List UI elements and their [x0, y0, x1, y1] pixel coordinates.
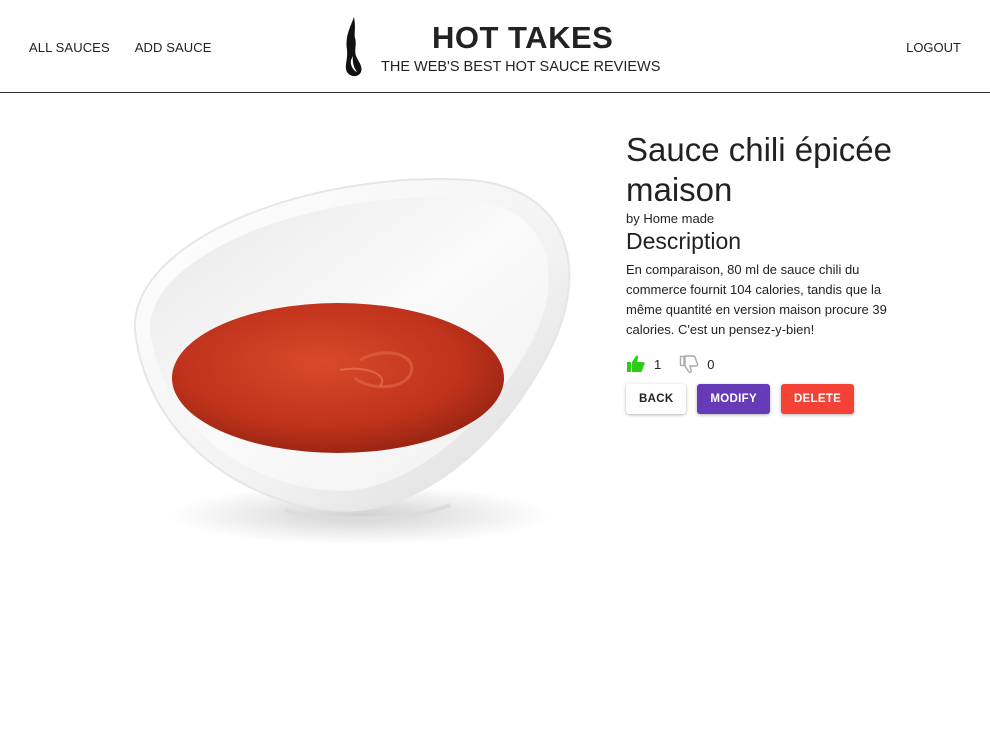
- sauce-manufacturer: by Home made: [626, 211, 715, 226]
- nav-all-sauces[interactable]: ALL SAUCES: [29, 40, 110, 55]
- dislikes-count: 0: [707, 356, 715, 372]
- main-nav: ALL SAUCES ADD SAUCE: [29, 40, 211, 55]
- thumbs-down-icon[interactable]: [679, 354, 699, 374]
- modify-button[interactable]: MODIFY: [697, 384, 770, 414]
- likes-count: 1: [654, 356, 662, 372]
- flame-icon: [345, 17, 362, 77]
- site-header: ALL SAUCES ADD SAUCE HOT TAKES THE WEB'S…: [0, 0, 990, 93]
- sauce-name: Sauce chili épicée maison: [626, 131, 892, 208]
- description-heading: Description: [626, 228, 742, 254]
- likes-row: 1 0: [626, 354, 906, 374]
- brand-subtitle: THE WEB'S BEST HOT SAUCE REVIEWS: [381, 59, 661, 75]
- brand-logo: HOT TAKES THE WEB'S BEST HOT SAUCE REVIE…: [341, 16, 661, 80]
- action-buttons: BACK MODIFY DELETE: [626, 384, 906, 414]
- brand-title: HOT TAKES: [432, 20, 614, 55]
- thumbs-up-icon[interactable]: [626, 354, 646, 374]
- sauce-description: En comparaison, 80 ml de sauce chili du …: [626, 262, 887, 337]
- sauce-details: Sauce chili épicée maison by Home made D…: [626, 130, 906, 414]
- sauce-bowl-image: [133, 178, 571, 545]
- nav-add-sauce[interactable]: ADD SAUCE: [135, 40, 212, 55]
- delete-button[interactable]: DELETE: [780, 384, 855, 414]
- nav-logout[interactable]: LOGOUT: [906, 40, 961, 55]
- back-button[interactable]: BACK: [626, 384, 687, 414]
